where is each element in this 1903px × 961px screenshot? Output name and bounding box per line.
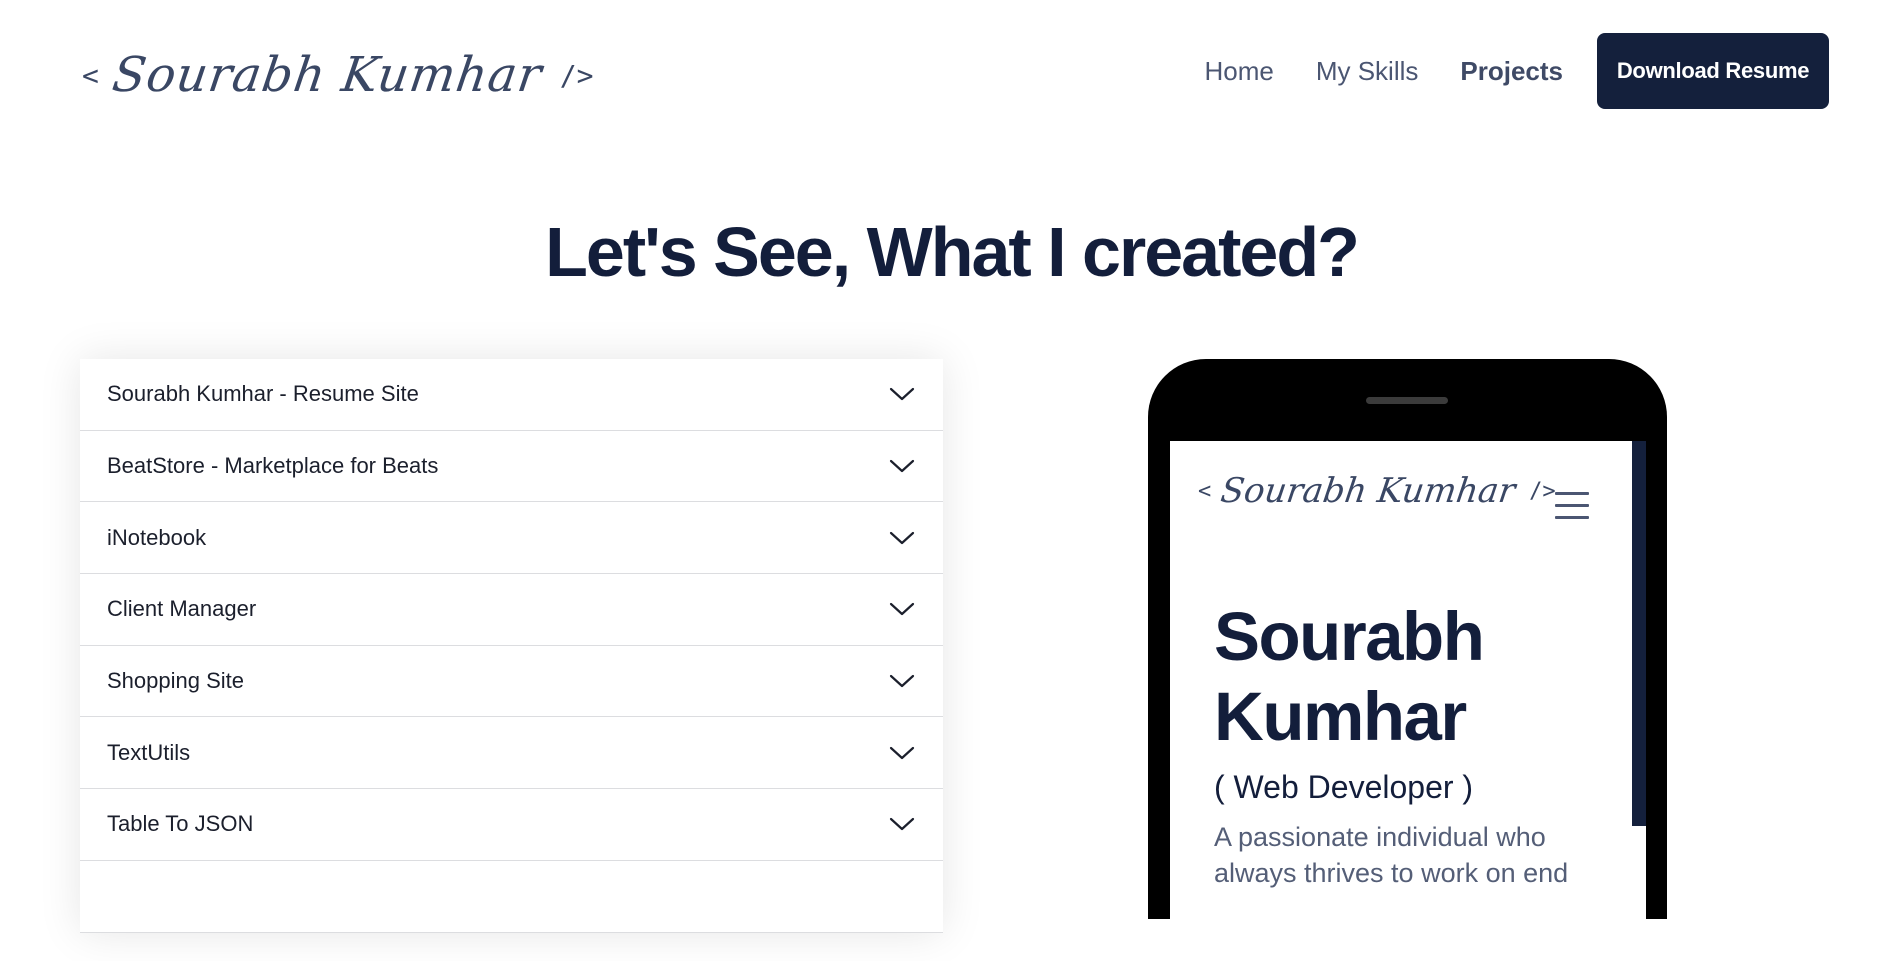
nav-link-projects[interactable]: Projects bbox=[1460, 56, 1563, 87]
chevron-down-icon bbox=[889, 388, 915, 401]
phone-mockup: < Sourabh Kumhar /> Sourabh Kumhar ( Web… bbox=[1148, 359, 1667, 961]
download-resume-button[interactable]: Download Resume bbox=[1597, 33, 1829, 109]
accordion-item-label: TextUtils bbox=[107, 739, 191, 765]
chevron-down-icon bbox=[889, 746, 915, 759]
accordion-item-beatstore[interactable]: BeatStore - Marketplace for Beats bbox=[80, 431, 943, 503]
accordion-item-resume-site[interactable]: Sourabh Kumhar - Resume Site bbox=[80, 359, 943, 431]
chevron-down-icon bbox=[889, 459, 915, 473]
accordion-item-label: BeatStore - Marketplace for Beats bbox=[107, 453, 439, 479]
phone-screen-preview: < Sourabh Kumhar /> Sourabh Kumhar ( Web… bbox=[1170, 441, 1646, 961]
accordion-item-shopping-site[interactable]: Shopping Site bbox=[80, 646, 943, 718]
preview-logo: < Sourabh Kumhar /> bbox=[1198, 471, 1556, 511]
accordion-item-label: Shopping Site bbox=[107, 668, 244, 694]
accordion-item-label: iNotebook bbox=[107, 524, 207, 550]
phone-speaker bbox=[1366, 397, 1448, 404]
accordion-item-next[interactable] bbox=[80, 861, 943, 933]
accordion-item-table-to-json[interactable]: Table To JSON bbox=[80, 789, 943, 861]
site-header: < Sourabh Kumhar /> Home My Skills Proje… bbox=[0, 0, 1903, 140]
accordion-item-label: Client Manager bbox=[107, 596, 257, 622]
accordion-item-label: Sourabh Kumhar - Resume Site bbox=[107, 381, 419, 407]
preview-logo-close-bracket: /> bbox=[1529, 478, 1556, 504]
site-logo[interactable]: < Sourabh Kumhar /> bbox=[82, 30, 593, 120]
chevron-down-icon bbox=[889, 603, 915, 616]
logo-open-bracket: < bbox=[82, 58, 99, 92]
logo-signature: Sourabh Kumhar bbox=[108, 47, 546, 103]
accordion-item-client-manager[interactable]: Client Manager bbox=[80, 574, 943, 646]
nav-link-my-skills[interactable]: My Skills bbox=[1316, 56, 1419, 87]
section-title: Let's See, What I created? bbox=[545, 213, 1360, 291]
preview-logo-open-bracket: < bbox=[1198, 478, 1212, 504]
chevron-down-icon bbox=[889, 674, 915, 688]
projects-accordion: Sourabh Kumhar - Resume Site BeatStore -… bbox=[80, 359, 943, 933]
accordion-item-label: Table To JSON bbox=[107, 811, 254, 837]
preview-name: Sourabh Kumhar bbox=[1214, 598, 1485, 755]
main-nav: Home My Skills Projects Download Resume bbox=[1162, 33, 1829, 109]
nav-link-home[interactable]: Home bbox=[1204, 56, 1273, 87]
accordion-item-textutils[interactable]: TextUtils bbox=[80, 717, 943, 790]
preview-logo-signature: Sourabh Kumhar bbox=[1218, 471, 1518, 511]
preview-description: A passionate individual who always thriv… bbox=[1214, 822, 1569, 888]
logo-close-bracket: /> bbox=[559, 58, 594, 92]
accordion-item-inotebook[interactable]: iNotebook bbox=[80, 502, 943, 575]
chevron-down-icon bbox=[889, 818, 915, 831]
preview-role: ( Web Developer ) bbox=[1214, 769, 1474, 805]
chevron-down-icon bbox=[889, 531, 915, 544]
hamburger-menu-icon bbox=[1555, 492, 1589, 522]
